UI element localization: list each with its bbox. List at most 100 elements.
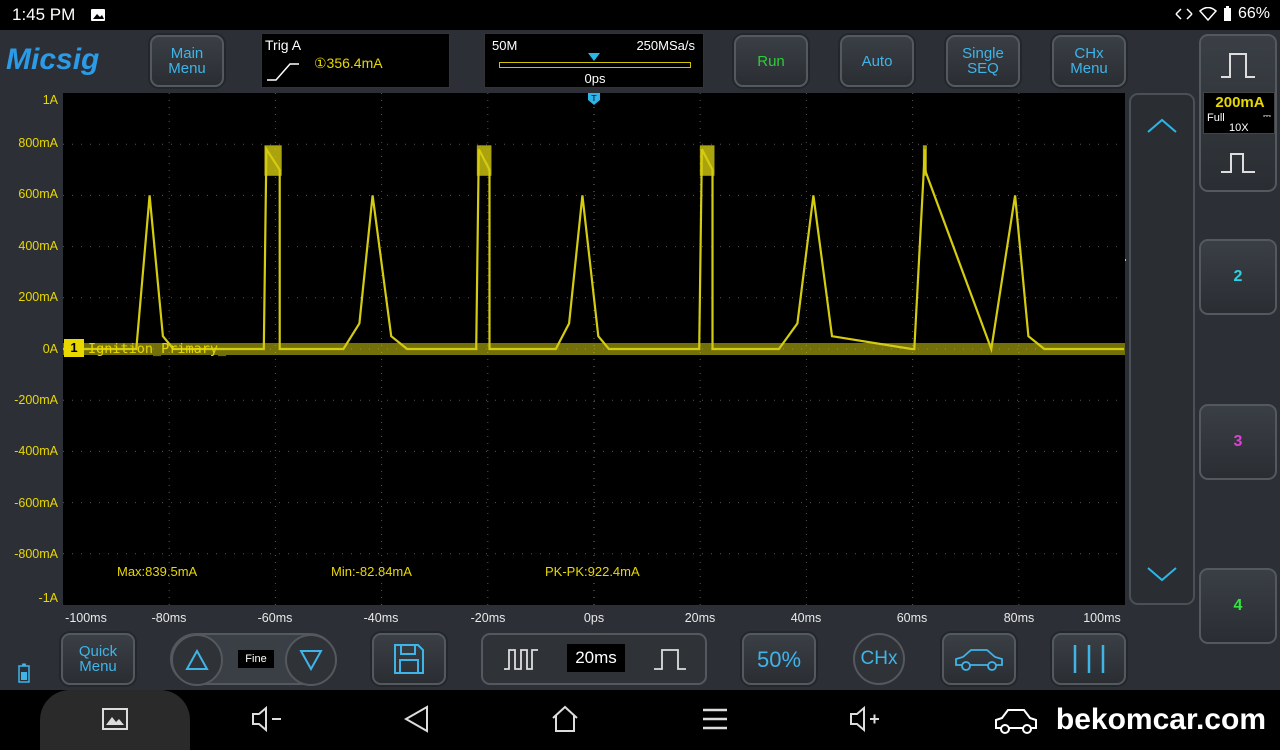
trigger-panel[interactable]: Trig A ①356.4mA (261, 33, 450, 88)
chx-menu-button[interactable]: CHx Menu (1052, 35, 1126, 87)
probe-ratio: 10X (1229, 122, 1249, 134)
x-tick-label: 80ms (1003, 611, 1035, 625)
trigger-level: ①356.4mA (314, 55, 383, 71)
up-triangle-icon (185, 649, 209, 670)
android-nav-bar: bekomcar.com (0, 690, 1280, 750)
wifi-icon (1198, 7, 1217, 21)
channel-3-button[interactable]: 3 (1199, 404, 1277, 480)
save-button[interactable] (372, 633, 446, 685)
y-tick-label: -1A (38, 591, 58, 605)
auto-preset-button[interactable] (942, 633, 1016, 685)
bandwidth-label: Full (1207, 112, 1225, 124)
y-tick-label: 800mA (18, 136, 58, 150)
timebase-value[interactable]: 20ms (567, 644, 625, 672)
single-seq-button[interactable]: Single SEQ (946, 35, 1020, 87)
channel-scale-box[interactable]: 200mA Full ⎓ 10X (1203, 92, 1275, 134)
timebase-increase-button[interactable] (633, 635, 707, 683)
volume-down-icon[interactable] (250, 704, 284, 734)
rising-edge-icon (267, 63, 299, 81)
battery-icon (1223, 6, 1231, 21)
channel-2-button[interactable]: 2 (1199, 239, 1277, 315)
status-bar: 1:45 PM 66% (0, 0, 1280, 30)
car-icon (955, 649, 1003, 671)
waveform-dwell-block (476, 145, 492, 176)
battery-percent: 66% (1237, 5, 1270, 22)
x-tick-label: -100ms (65, 611, 107, 625)
measure-max: Max:839.5mA (117, 564, 198, 579)
back-icon[interactable] (402, 704, 432, 734)
battery-level-icon (18, 663, 30, 683)
measure-pk-pk: PK-PK:922.4mA (545, 564, 640, 579)
watermark-car-logo (995, 709, 1037, 734)
timebase-panel[interactable]: 50M 250MSa/s 0ps (484, 33, 704, 88)
scroll-up-icon[interactable] (1145, 117, 1179, 135)
save-icon (394, 644, 424, 674)
trigger-time-marker-icon[interactable]: T (588, 93, 600, 105)
memory-position-bar (499, 62, 691, 68)
menu-icon[interactable] (700, 704, 730, 734)
chx-round-button[interactable]: CHx (853, 633, 905, 685)
y-tick-label: 400mA (18, 239, 58, 253)
home-icon[interactable] (550, 704, 580, 734)
timebase-decrease-button[interactable] (483, 635, 559, 683)
x-tick-label: -80ms (151, 611, 187, 625)
fifty-percent-button[interactable]: 50% (742, 633, 816, 685)
y-tick-label: 200mA (18, 290, 58, 304)
channel-4-button[interactable]: 4 (1199, 568, 1277, 644)
waveform-dwell-block (264, 145, 282, 176)
screenshot-icon[interactable] (100, 704, 130, 734)
fine-button[interactable]: Fine (238, 650, 274, 668)
y-tick-label: 600mA (18, 187, 58, 201)
trigger-position-marker (588, 53, 600, 61)
x-tick-label: 20ms (684, 611, 716, 625)
x-tick-label: 60ms (896, 611, 928, 625)
scroll-down-icon[interactable] (1145, 565, 1179, 583)
auto-button[interactable]: Auto (840, 35, 914, 87)
svg-text:T: T (591, 94, 597, 103)
waveform-display[interactable]: T 1 Ignition_Primary_ Max:839.5mA Min:-8… (63, 93, 1125, 605)
pulse-narrow-icon (504, 649, 538, 670)
micsig-logo: Micsig (6, 43, 100, 76)
adjust-down-button[interactable] (285, 634, 337, 686)
run-button[interactable]: Run (734, 35, 808, 87)
photo-icon (91, 9, 105, 21)
x-tick-label: 100ms (1083, 611, 1121, 625)
cursor-lines-icon (1073, 645, 1105, 673)
pulse-wide-icon (654, 649, 686, 670)
sample-rate: 250MSa/s (636, 38, 695, 53)
down-triangle-icon (299, 650, 323, 671)
waveform-dwell-block (922, 145, 927, 176)
y-tick-label: -400mA (14, 444, 58, 458)
status-icons: 66% (1175, 5, 1270, 23)
memory-depth: 50M (492, 38, 518, 53)
time-offset: 0ps (584, 71, 606, 86)
x-tick-label: -40ms (363, 611, 399, 625)
channel-1-marker[interactable]: 1 (64, 339, 84, 357)
x-tick-label: 0ps (583, 611, 605, 625)
data-arrows-icon (1175, 8, 1193, 20)
adjust-up-button[interactable] (171, 634, 223, 686)
dc-coupling-icon: ⎓ (1263, 111, 1271, 122)
volume-up-icon[interactable] (848, 704, 882, 734)
status-time: 1:45 PM (12, 5, 76, 24)
y-tick-label: -600mA (14, 496, 58, 510)
pulse-narrow-icon[interactable] (1218, 148, 1258, 178)
vertical-scale: 200mA (1215, 94, 1265, 111)
x-tick-label: 40ms (790, 611, 822, 625)
quick-menu-button[interactable]: Quick Menu (61, 633, 135, 685)
cursor-button[interactable] (1052, 633, 1126, 685)
pulse-wide-icon (1221, 53, 1255, 78)
fine-adjust-group: Fine (170, 633, 337, 686)
x-tick-label: -60ms (257, 611, 293, 625)
channel-1-label: Ignition_Primary_ (88, 341, 227, 357)
trigger-title: Trig A (265, 37, 302, 53)
main-menu-button[interactable]: Main Menu (150, 35, 224, 87)
timebase-group: 20ms (481, 633, 707, 685)
watermark-text: bekomcar.com (1055, 703, 1266, 736)
oscilloscope-app: Micsig Main Menu Trig A ①356.4mA 50M 250… (0, 30, 1280, 690)
waveform-dwell-block (699, 145, 715, 176)
vertical-scroll-panel[interactable] (1105, 93, 1195, 605)
y-tick-label: -800mA (14, 547, 58, 561)
y-tick-label: 0A (42, 342, 58, 356)
waveform-trace-ch1 (63, 145, 1124, 354)
